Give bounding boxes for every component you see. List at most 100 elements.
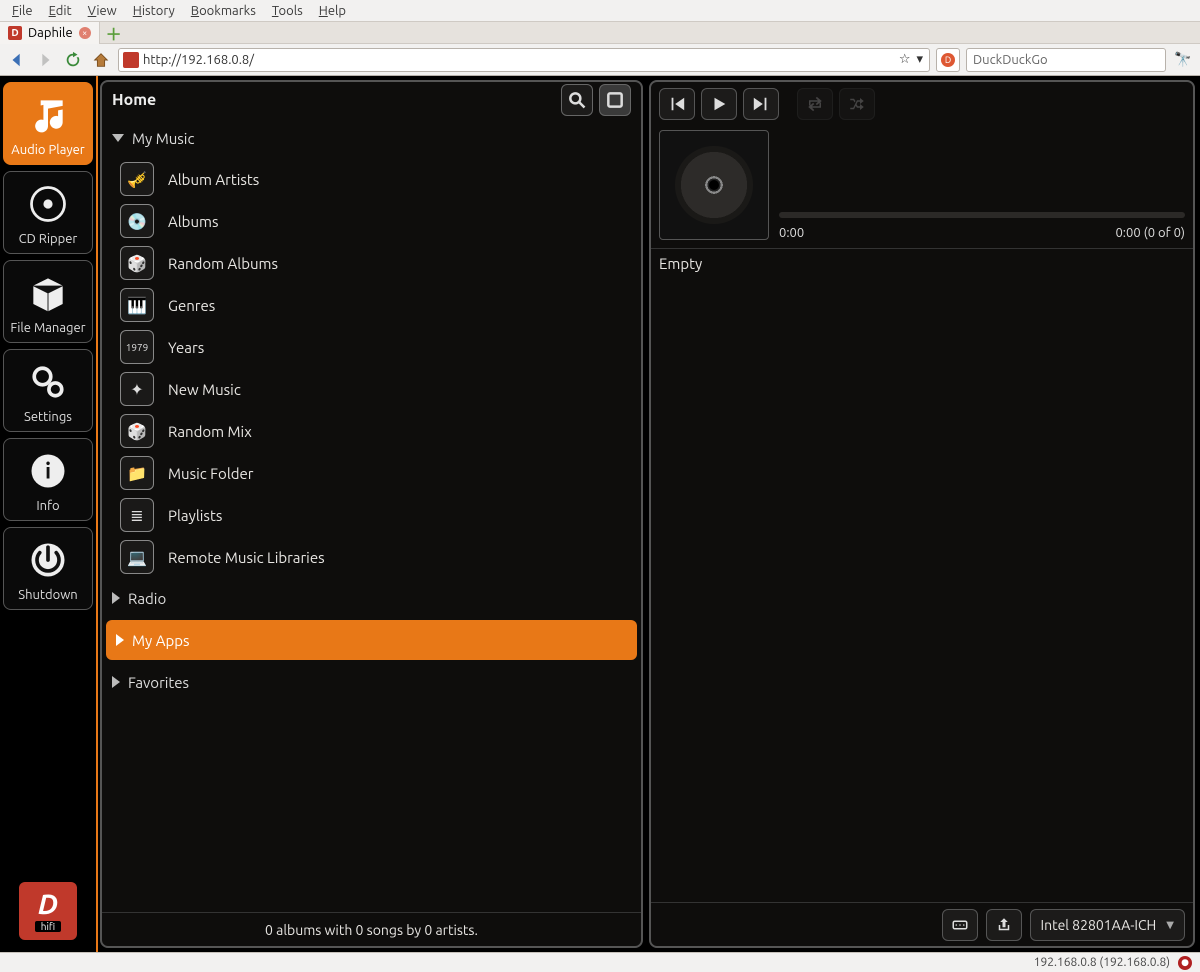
- menu-file[interactable]: File: [6, 2, 39, 20]
- dice-icon: 🎲: [120, 414, 154, 448]
- item-genres[interactable]: 🎹Genres: [102, 284, 641, 326]
- play-queue: Empty: [651, 248, 1193, 902]
- section-my-apps[interactable]: My Apps: [106, 620, 637, 660]
- next-button[interactable]: [743, 88, 779, 120]
- item-label: Random Mix: [168, 423, 252, 440]
- dice-icon: 🎲: [120, 246, 154, 280]
- sidebar-item-label: Shutdown: [18, 588, 77, 603]
- share-button[interactable]: [986, 909, 1022, 941]
- library-header: Home: [102, 82, 641, 118]
- section-radio[interactable]: Radio: [102, 578, 641, 618]
- time-elapsed: 0:00: [779, 226, 804, 240]
- menu-edit[interactable]: Edit: [43, 2, 78, 20]
- library-panel: Home My Music 🎺Album Artists 💿Albums 🎲Ra…: [100, 80, 643, 948]
- tab-title: Daphile: [28, 26, 73, 40]
- item-playlists[interactable]: ≣Playlists: [102, 494, 641, 536]
- duckduckgo-icon: D: [941, 53, 955, 67]
- menu-view[interactable]: View: [82, 2, 123, 20]
- search-placeholder: DuckDuckGo: [973, 53, 1048, 67]
- library-body: My Music 🎺Album Artists 💿Albums 🎲Random …: [102, 118, 641, 912]
- chevron-right-icon: [112, 676, 120, 688]
- player-panel: 0:00 0:00 (0 of 0) Empty Intel 82801AA-I…: [649, 80, 1195, 948]
- url-dropdown-icon[interactable]: ▾: [914, 52, 925, 67]
- section-label: Favorites: [128, 674, 189, 691]
- sparkle-icon: ✦: [120, 372, 154, 406]
- binoculars-icon[interactable]: 🔭: [1172, 49, 1194, 71]
- item-new-music[interactable]: ✦New Music: [102, 368, 641, 410]
- chevron-right-icon: [112, 592, 120, 604]
- new-tab-button[interactable]: ＋: [104, 23, 124, 43]
- time-remaining: 0:00 (0 of 0): [1115, 226, 1185, 240]
- menu-bookmarks[interactable]: Bookmarks: [185, 2, 262, 20]
- item-label: Genres: [168, 297, 215, 314]
- browser-navbar: http://192.168.0.8/ ☆ ▾ D DuckDuckGo 🔭: [0, 44, 1200, 76]
- shuffle-button[interactable]: [839, 88, 875, 120]
- item-remote-libraries[interactable]: 💻Remote Music Libraries: [102, 536, 641, 578]
- sidebar-item-label: File Manager: [10, 321, 85, 336]
- search-input[interactable]: DuckDuckGo: [966, 48, 1166, 72]
- calendar-icon: 1979: [120, 330, 154, 364]
- progress-bar[interactable]: [779, 212, 1185, 218]
- item-music-folder[interactable]: 📁Music Folder: [102, 452, 641, 494]
- gears-icon: [24, 358, 72, 406]
- library-title: Home: [112, 91, 555, 109]
- section-my-music[interactable]: My Music: [102, 118, 641, 158]
- prev-button[interactable]: [659, 88, 695, 120]
- url-bar[interactable]: http://192.168.0.8/ ☆ ▾: [118, 48, 930, 72]
- player-controls: [651, 82, 1193, 126]
- item-random-mix[interactable]: 🎲 Random Mix: [102, 410, 641, 452]
- play-button[interactable]: [701, 88, 737, 120]
- sidebar-item-label: Audio Player: [11, 143, 84, 158]
- item-label: Remote Music Libraries: [168, 549, 325, 566]
- sidebar-item-shutdown[interactable]: Shutdown: [3, 527, 93, 610]
- item-random-albums[interactable]: 🎲Random Albums: [102, 242, 641, 284]
- menu-help[interactable]: Help: [313, 2, 352, 20]
- chevron-down-icon: [112, 134, 124, 142]
- keyboard-button[interactable]: [942, 909, 978, 941]
- close-tab-icon[interactable]: ×: [79, 27, 91, 39]
- forward-button[interactable]: [34, 49, 56, 71]
- search-provider-button[interactable]: D: [936, 48, 960, 72]
- logo-subtext: hifi: [35, 921, 61, 932]
- repeat-button[interactable]: [797, 88, 833, 120]
- item-years[interactable]: 1979Years: [102, 326, 641, 368]
- disc-icon: [675, 146, 753, 224]
- sidebar-item-label: Info: [36, 499, 59, 514]
- chevron-down-icon: ▼: [1166, 919, 1174, 931]
- item-label: Playlists: [168, 507, 222, 524]
- browser-tab[interactable]: D Daphile ×: [0, 22, 100, 44]
- library-footer: 0 albums with 0 songs by 0 artists.: [102, 912, 641, 946]
- back-button[interactable]: [6, 49, 28, 71]
- menu-history[interactable]: History: [127, 2, 181, 20]
- mic-status-icon[interactable]: ●: [1178, 956, 1192, 970]
- app-root: Audio Player CD Ripper File Manager Sett…: [0, 76, 1200, 952]
- output-device-selector[interactable]: Intel 82801AA-ICH ▼: [1030, 909, 1185, 941]
- section-favorites[interactable]: Favorites: [102, 662, 641, 702]
- track-info: 0:00 0:00 (0 of 0): [779, 130, 1185, 240]
- search-button[interactable]: [561, 84, 593, 116]
- item-label: Music Folder: [168, 465, 254, 482]
- sidebar-item-file-manager[interactable]: File Manager: [3, 260, 93, 343]
- sidebar-item-info[interactable]: i Info: [3, 438, 93, 521]
- menu-tools[interactable]: Tools: [266, 2, 309, 20]
- reload-button[interactable]: [62, 49, 84, 71]
- device-label: Intel 82801AA-ICH: [1041, 917, 1157, 933]
- info-icon: i: [24, 447, 72, 495]
- player-footer: Intel 82801AA-ICH ▼: [651, 902, 1193, 946]
- item-label: Album Artists: [168, 171, 259, 188]
- item-albums[interactable]: 💿Albums: [102, 200, 641, 242]
- item-label: Albums: [168, 213, 218, 230]
- browser-menubar: File Edit View History Bookmarks Tools H…: [0, 0, 1200, 22]
- sidebar-item-cd-ripper[interactable]: CD Ripper: [3, 171, 93, 254]
- app-sidebar: Audio Player CD Ripper File Manager Sett…: [0, 76, 98, 952]
- box-icon: [24, 269, 72, 317]
- sidebar-item-settings[interactable]: Settings: [3, 349, 93, 432]
- svg-text:i: i: [45, 458, 51, 483]
- home-button[interactable]: [90, 49, 112, 71]
- item-album-artists[interactable]: 🎺Album Artists: [102, 158, 641, 200]
- expand-button[interactable]: [599, 84, 631, 116]
- sidebar-item-audio-player[interactable]: Audio Player: [3, 82, 93, 165]
- library-summary: 0 albums with 0 songs by 0 artists.: [265, 922, 478, 938]
- bookmark-star-icon[interactable]: ☆: [899, 52, 911, 67]
- browser-tabstrip: D Daphile × ＋: [0, 22, 1200, 44]
